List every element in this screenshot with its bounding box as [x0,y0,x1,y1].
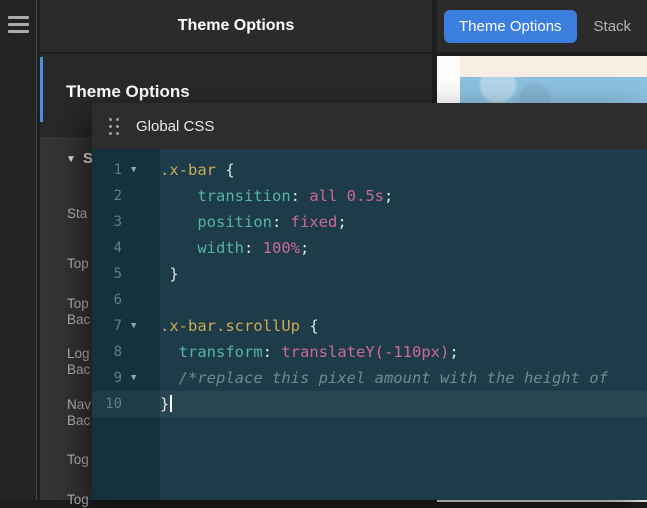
line-number: 4 [92,235,122,261]
fold-arrow-icon[interactable]: ▼ [122,313,160,339]
sidebar-title: Theme Options [40,54,432,102]
code-line[interactable]: 7▼.x-bar.scrollUp { [92,313,647,339]
code-text: .x-bar { [160,157,235,183]
fold-spacer [122,261,160,287]
code-token: : [244,239,263,257]
line-number: 6 [92,287,122,313]
view-tab-bar: Theme OptionsStackL [437,0,647,52]
code-token: } [160,395,169,413]
code-token: all 0.5s [309,187,384,205]
line-number: 8 [92,339,122,365]
line-number: 2 [92,183,122,209]
code-line[interactable]: 9▼ /*replace this pixel amount with the … [92,365,647,391]
preview-page-background [460,56,647,77]
editor-header[interactable]: Global CSS [92,103,647,149]
code-token: 100% [263,239,300,257]
chevron-down-icon: ▼ [66,154,76,165]
drag-handle-icon[interactable] [109,118,119,135]
fold-spacer [122,391,160,417]
code-text: position: fixed; [160,209,347,235]
code-token: transition [197,187,290,205]
code-text: .x-bar.scrollUp { [160,313,319,339]
tab-stack[interactable]: Stack [594,18,632,35]
sidebar-option-label: Top Bac [67,296,90,328]
line-number: 10 [92,391,122,417]
code-token: .x-bar [160,161,216,179]
line-number: 1 [92,157,122,183]
sidebar-option-label: Tog [67,452,89,468]
line-number: 9 [92,365,122,391]
code-line[interactable]: 4 width: 100%; [92,235,647,261]
code-token: /*replace this pixel amount with the hei… [179,369,608,387]
code-area[interactable]: 1▼.x-bar {2 transition: all 0.5s;3 posit… [92,149,647,500]
code-token: ; [337,213,346,231]
code-token: : [272,213,291,231]
code-token: ; [300,239,309,257]
text-cursor [170,395,172,412]
code-text: /*replace this pixel amount with the hei… [160,365,608,391]
code-text: } [160,391,172,417]
code-line[interactable]: 10} [92,391,647,417]
code-token: { [216,161,235,179]
code-token: transform [179,343,263,361]
sidebar-option-label: Top [67,256,89,272]
code-token: fixed [291,213,338,231]
sidebar-section-toggle[interactable]: ▼S [66,150,93,167]
code-text: transition: all 0.5s; [160,183,393,209]
code-token [160,343,179,361]
code-line[interactable]: 1▼.x-bar { [92,157,647,183]
code-line[interactable]: 3 position: fixed; [92,209,647,235]
tab-theme-options[interactable]: Theme Options [444,10,577,43]
sidebar-option-label: Nav Bac [67,397,91,429]
code-text: transform: translateY(-110px); [160,339,459,365]
code-token [160,369,179,387]
code-token: ; [449,343,458,361]
code-token: : [291,187,310,205]
code-token: ; [384,187,393,205]
fold-arrow-icon[interactable]: ▼ [122,365,160,391]
fold-arrow-icon[interactable]: ▼ [122,157,160,183]
code-token: { [300,317,319,335]
line-number: 5 [92,261,122,287]
hamburger-menu-icon[interactable] [8,16,29,37]
left-rail [0,0,37,500]
code-line[interactable]: 8 transform: translateY(-110px); [92,339,647,365]
fold-spacer [122,287,160,313]
sidebar-option-label: Sta [67,206,87,222]
code-token [160,239,197,257]
code-token [160,187,197,205]
code-text: width: 100%; [160,235,309,261]
fold-spacer [122,183,160,209]
panel-header-bar: Theme Options [40,0,432,52]
active-panel-indicator [40,57,43,122]
code-token [160,213,197,231]
code-line[interactable]: 6 [92,287,647,313]
fold-spacer [122,235,160,261]
line-number: 3 [92,209,122,235]
fold-spacer [122,339,160,365]
code-token: translateY(-110px) [281,343,449,361]
line-number: 7 [92,313,122,339]
editor-title: Global CSS [136,118,214,135]
sidebar-option-label: Log Bac [67,346,90,378]
sidebar-option-label: Tog [67,492,89,508]
code-token: : [263,343,282,361]
code-line[interactable]: 2 transition: all 0.5s; [92,183,647,209]
code-token: width [197,239,244,257]
code-token: position [197,213,272,231]
code-line[interactable]: 5 } [92,261,647,287]
code-token: } [160,265,179,283]
global-css-editor: Global CSS 1▼.x-bar {2 transition: all 0… [92,103,647,500]
code-text: } [160,261,179,287]
code-token: .x-bar.scrollUp [160,317,300,335]
fold-spacer [122,209,160,235]
panel-title: Theme Options [178,17,294,35]
